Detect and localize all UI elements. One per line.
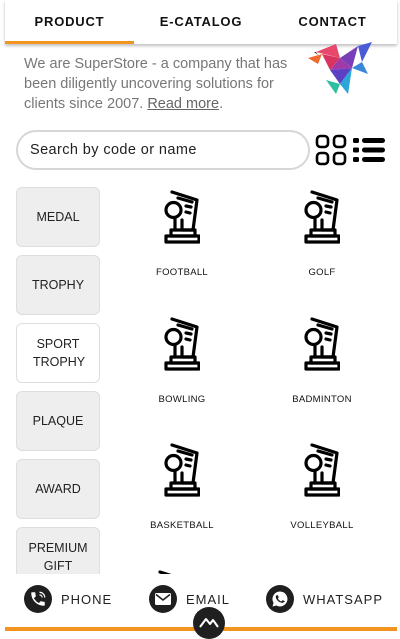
list-view-icon[interactable]	[353, 134, 385, 166]
category-premium-gift-label: PREMIUM GIFT	[28, 541, 88, 573]
product-football[interactable]: FOOTBALL	[127, 190, 237, 300]
trophy-icon	[304, 317, 340, 373]
category-sport-trophy-label: SPORT TROPHY	[33, 337, 86, 369]
product-label: FOOTBALL	[155, 267, 209, 278]
email-label: EMAIL	[186, 591, 231, 607]
product-label: VOLLEYBALL	[290, 520, 354, 531]
phone-label: PHONE	[61, 591, 113, 607]
category-trophy[interactable]: TROPHY	[16, 255, 100, 315]
grid-view-icon[interactable]	[315, 134, 347, 166]
company-intro: We are SuperStore - a company that has b…	[24, 54, 306, 114]
product-label: GOLF	[308, 267, 336, 278]
whatsapp-button[interactable]: WHATSAPP	[266, 583, 383, 615]
category-medal[interactable]: MEDAL	[16, 187, 100, 247]
phone-icon	[24, 585, 52, 613]
active-tab-indicator	[5, 41, 134, 44]
partial-product-icon	[152, 564, 192, 574]
trophy-icon	[304, 443, 340, 499]
trophy-icon	[164, 443, 200, 499]
product-badminton[interactable]: BADMINTON	[267, 317, 377, 427]
category-plaque[interactable]: PLAQUE	[16, 391, 100, 451]
product-label: BADMINTON	[292, 394, 352, 405]
product-label: BASKETBALL	[150, 520, 214, 531]
whatsapp-icon	[266, 585, 294, 613]
top-navigation: PRODUCT E-CATALOG CONTACT	[5, 0, 397, 44]
phone-button[interactable]: PHONE	[24, 583, 112, 615]
trophy-icon	[164, 317, 200, 373]
product-basketball[interactable]: BASKETBALL	[127, 443, 237, 553]
product-bowling[interactable]: BOWLING	[127, 317, 237, 427]
product-golf[interactable]: GOLF	[267, 190, 377, 300]
trophy-icon	[164, 190, 200, 246]
read-more-link[interactable]: Read more	[147, 96, 219, 112]
search-input[interactable]	[16, 130, 310, 170]
email-icon	[149, 585, 177, 613]
product-label: BOWLING	[158, 394, 206, 405]
trophy-icon	[304, 190, 340, 246]
category-sport-trophy[interactable]: SPORT TROPHY	[16, 323, 100, 383]
bird-logo-icon	[308, 42, 372, 94]
tab-contact[interactable]: CONTACT	[268, 0, 397, 44]
logo-icon[interactable]	[193, 607, 225, 639]
whatsapp-label: WHATSAPP	[303, 591, 383, 607]
category-award[interactable]: AWARD	[16, 459, 100, 519]
tab-e-catalog[interactable]: E-CATALOG	[134, 0, 268, 44]
tab-product[interactable]: PRODUCT	[5, 0, 134, 44]
intro-suffix: .	[219, 96, 224, 112]
product-volleyball[interactable]: VOLLEYBALL	[267, 443, 377, 553]
